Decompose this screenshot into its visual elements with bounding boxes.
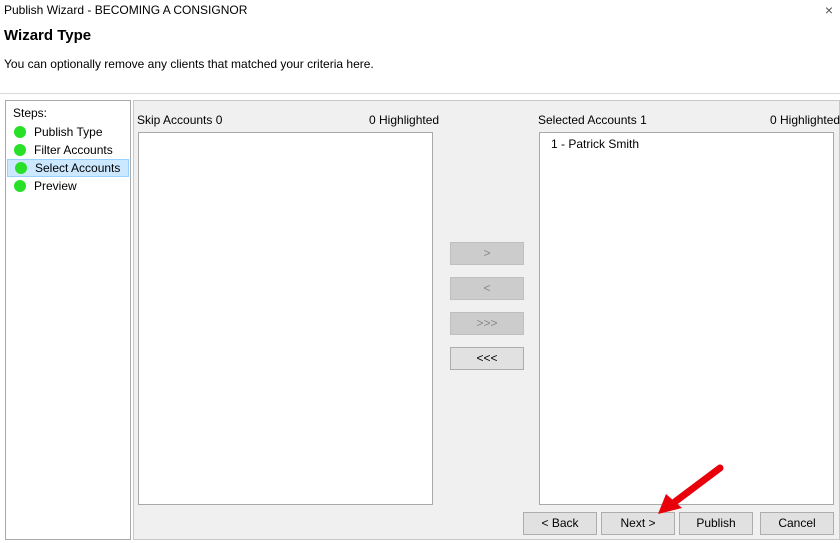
page-description: You can optionally remove any clients th… xyxy=(4,57,374,71)
step-label: Preview xyxy=(34,179,77,193)
step-label: Select Accounts xyxy=(35,161,121,175)
steps-label: Steps: xyxy=(13,106,48,120)
move-all-right-button[interactable]: >>> xyxy=(450,312,524,335)
status-dot-icon xyxy=(14,180,26,192)
status-dot-icon xyxy=(15,162,27,174)
status-dot-icon xyxy=(14,144,26,156)
page-title: Wizard Type xyxy=(4,27,92,44)
header-divider xyxy=(0,93,840,94)
close-icon[interactable]: × xyxy=(822,3,836,17)
selected-accounts-list[interactable]: 1 - Patrick Smith xyxy=(539,132,834,505)
list-item[interactable]: 1 - Patrick Smith xyxy=(551,137,639,151)
main-panel: Skip Accounts 0 0 Highlighted > < >>> <<… xyxy=(133,100,840,540)
annotation-arrow-icon xyxy=(658,464,724,514)
back-button[interactable]: < Back xyxy=(523,512,597,535)
step-label: Publish Type xyxy=(34,125,103,139)
window-title: Publish Wizard - BECOMING A CONSIGNOR xyxy=(4,3,248,17)
step-label: Filter Accounts xyxy=(34,143,113,157)
skip-accounts-list[interactable] xyxy=(138,132,433,505)
step-preview[interactable]: Preview xyxy=(6,177,128,195)
move-left-button[interactable]: < xyxy=(450,277,524,300)
status-dot-icon xyxy=(14,126,26,138)
skip-highlighted-count: 0 Highlighted xyxy=(369,113,440,127)
selected-accounts-caption: Selected Accounts 1 xyxy=(538,113,647,127)
move-right-button[interactable]: > xyxy=(450,242,524,265)
step-select-accounts[interactable]: Select Accounts xyxy=(7,159,129,177)
selected-highlighted-count: 0 Highlighted xyxy=(770,113,840,127)
skip-accounts-caption: Skip Accounts 0 xyxy=(137,113,223,127)
steps-panel: Steps: Publish Type Filter Accounts Sele… xyxy=(5,100,131,540)
cancel-button[interactable]: Cancel xyxy=(760,512,834,535)
move-all-left-button[interactable]: <<< xyxy=(450,347,524,370)
step-publish-type[interactable]: Publish Type xyxy=(6,123,128,141)
step-filter-accounts[interactable]: Filter Accounts xyxy=(6,141,128,159)
